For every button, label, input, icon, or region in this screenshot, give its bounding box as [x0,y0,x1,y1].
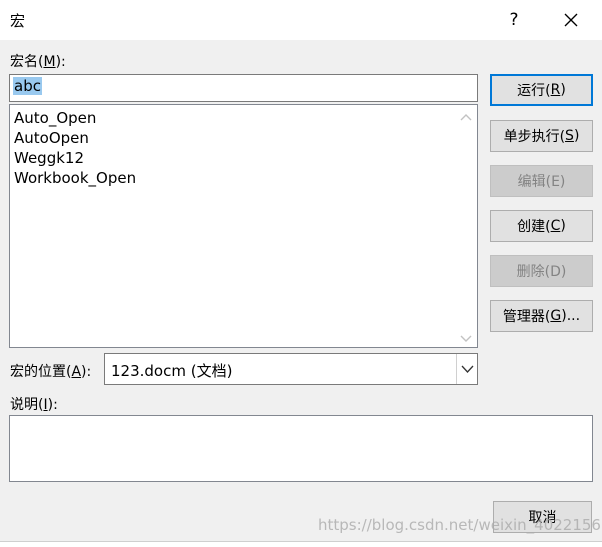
macros-in-select[interactable]: 123.docm (文档) [104,353,478,385]
step-into-button[interactable]: 单步执行(S) [490,120,593,152]
close-icon[interactable] [558,6,584,34]
run-button[interactable]: 运行(R) [490,74,593,106]
edit-button[interactable]: 编辑(E) [490,165,593,197]
delete-button[interactable]: 删除(D) [490,255,593,287]
macros-in-value: 123.docm (文档) [111,362,233,380]
macros-in-label: 宏的位置(A): [10,364,92,380]
macro-name-value: abc [13,77,42,95]
organizer-button[interactable]: 管理器(G)... [490,300,593,332]
macro-list[interactable]: Auto_Open AutoOpen Weggk12 Workbook_Open [9,104,478,348]
macro-name-label: 宏名(M): [10,54,66,70]
window-title: 宏 [10,12,26,30]
description-field[interactable] [9,415,593,482]
watermark: https://blog.csdn.net/weixin_40221560 [318,516,602,534]
list-item[interactable]: Weggk12 [14,148,84,168]
bottom-strip [0,541,602,547]
scroll-down-icon[interactable] [459,331,473,342]
list-item[interactable]: Auto_Open [14,108,96,128]
list-item[interactable]: AutoOpen [14,128,89,148]
description-label: 说明(I): [10,397,58,413]
macro-name-input[interactable]: abc [9,74,478,102]
chevron-down-icon[interactable] [456,354,477,384]
title-bar: 宏 ? [0,0,602,40]
scroll-up-icon[interactable] [459,111,473,121]
create-button[interactable]: 创建(C) [490,210,593,242]
list-item[interactable]: Workbook_Open [14,168,136,188]
help-icon[interactable]: ? [503,7,525,33]
